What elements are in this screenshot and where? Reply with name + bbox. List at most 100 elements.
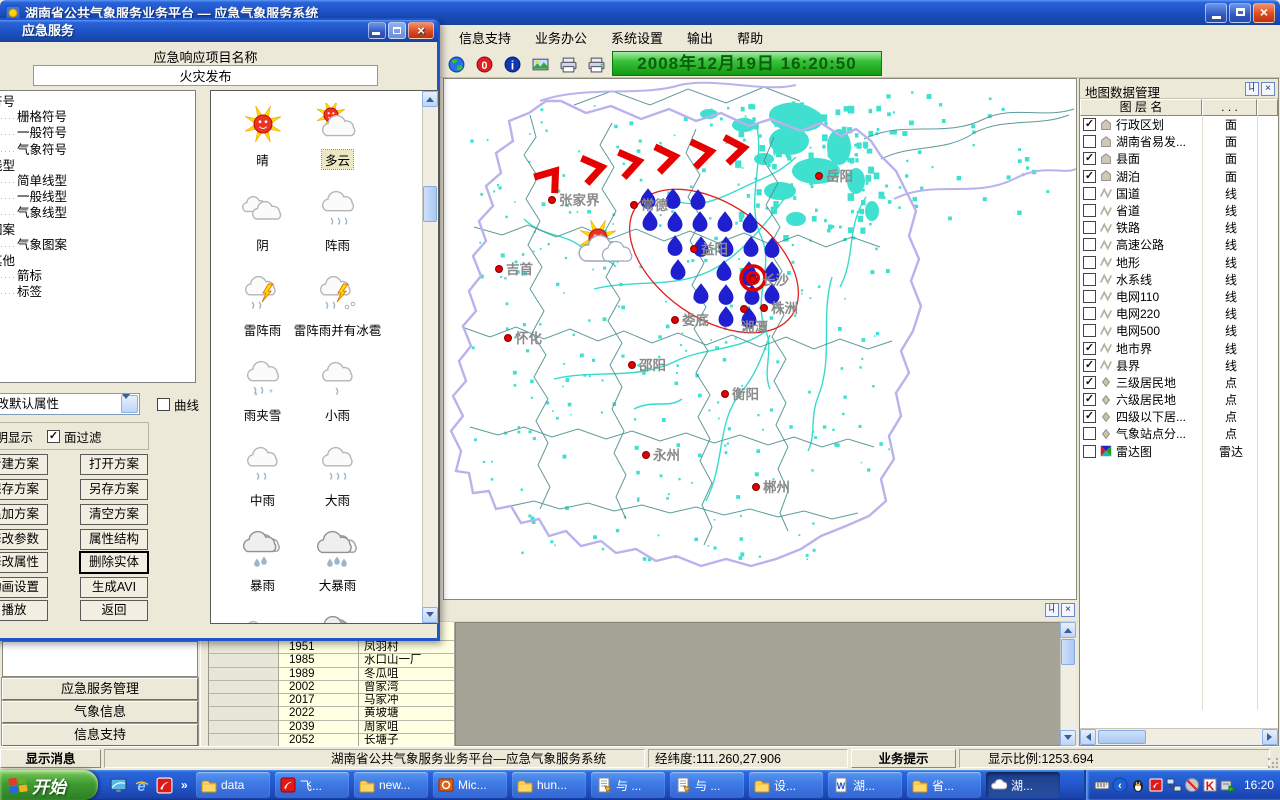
layer-checkbox[interactable]: ✓ xyxy=(1083,376,1096,389)
layer-row-16[interactable]: ✓ 六级居民地 点 xyxy=(1080,391,1278,408)
fetion-tray-icon[interactable] xyxy=(1148,777,1164,793)
menu-item-3[interactable]: 输出 xyxy=(675,25,725,50)
taskbar-button-2[interactable]: new... xyxy=(354,772,428,798)
network-icon[interactable] xyxy=(1166,777,1182,793)
layer-checkbox[interactable] xyxy=(1083,427,1096,440)
curve-checkbox[interactable]: 曲线 xyxy=(157,395,199,414)
taskbar-button-8[interactable]: W湖... xyxy=(828,772,902,798)
chevron-down-icon[interactable] xyxy=(121,395,138,413)
weather-item-9[interactable]: 大雨 xyxy=(300,443,375,528)
layer-row-12[interactable]: 电网500 线 xyxy=(1080,322,1278,339)
layer-checkbox[interactable] xyxy=(1083,221,1096,234)
image-icon[interactable] xyxy=(528,52,552,76)
layers-header[interactable]: 图 层 名 . . . xyxy=(1080,99,1278,116)
weather-item-3[interactable]: 阵雨 xyxy=(300,188,375,273)
status-message-button[interactable]: 显示消息 xyxy=(0,749,101,768)
pin-icon[interactable]: 丩 xyxy=(1245,82,1259,96)
symbol-tree[interactable]: 符号····栅格符号····一般符号····气象符号线型····简单线型····… xyxy=(0,90,196,383)
quick-launch-overflow[interactable]: » xyxy=(181,778,188,792)
tree-item-0-1[interactable]: ····一般符号 xyxy=(0,126,195,142)
table-row-4[interactable]: 2017 马家冲 xyxy=(209,694,455,707)
menu-item-0[interactable]: 信息支持 xyxy=(447,25,523,50)
layer-row-5[interactable]: 省道 线 xyxy=(1080,202,1278,219)
start-button[interactable]: 开始 xyxy=(0,770,98,800)
globe-icon[interactable] xyxy=(444,52,468,76)
dialog-button-right-1[interactable]: 另存方案 xyxy=(80,479,148,500)
layer-more-column-header[interactable]: . . . xyxy=(1202,99,1257,116)
disk-icon[interactable] xyxy=(1220,777,1236,793)
dialog-button-right-5[interactable]: 生成AVI xyxy=(80,577,148,598)
layer-row-7[interactable]: 高速公路 线 xyxy=(1080,236,1278,253)
print-icon[interactable] xyxy=(556,52,580,76)
lang-icon[interactable]: ‹ xyxy=(1112,777,1128,793)
layer-checkbox[interactable] xyxy=(1083,307,1096,320)
layer-row-6[interactable]: 铁路 线 xyxy=(1080,219,1278,236)
dialog-restore-button[interactable] xyxy=(388,22,406,39)
layer-checkbox[interactable] xyxy=(1083,256,1096,269)
dialog-minimize-button[interactable] xyxy=(368,22,386,39)
weather-symbol-list[interactable]: 晴 多云 阴 阵雨 雷阵雨 雷阵雨并有冰雹** 雨夹雪 小雨 中雨 大雨 暴雨 … xyxy=(210,90,439,624)
weather-list-scrollbar[interactable] xyxy=(422,91,438,623)
stop-icon[interactable]: 0 xyxy=(472,52,496,76)
layer-name-column-header[interactable]: 图 层 名 xyxy=(1080,99,1202,116)
status-biz-hint-button[interactable]: 业务提示 xyxy=(851,749,956,768)
table-row-0[interactable]: 1951 凤羽村 xyxy=(209,641,455,654)
minimize-button[interactable] xyxy=(1205,3,1227,23)
print2-icon[interactable] xyxy=(584,52,608,76)
weather-item-4[interactable]: 雷阵雨 xyxy=(225,273,300,358)
layer-row-4[interactable]: 国道 线 xyxy=(1080,185,1278,202)
project-name-input[interactable] xyxy=(33,65,378,86)
weather-item-partial-0[interactable] xyxy=(225,613,300,624)
fetion-icon[interactable] xyxy=(156,777,173,794)
taskbar-button-9[interactable]: 省... xyxy=(907,772,981,798)
layer-checkbox[interactable] xyxy=(1083,445,1096,458)
table-row-1[interactable]: 1985 水口山一厂 xyxy=(209,654,455,667)
layer-checkbox[interactable]: ✓ xyxy=(1083,152,1096,165)
tree-item-2-0[interactable]: ····气象图案 xyxy=(0,238,195,254)
weather-item-partial-1[interactable] xyxy=(300,613,375,624)
layer-row-9[interactable]: 水系线 线 xyxy=(1080,271,1278,288)
table-row-7[interactable]: 2052 长塘子 xyxy=(209,734,455,746)
layer-row-10[interactable]: 电网110 线 xyxy=(1080,288,1278,305)
layer-checkbox[interactable] xyxy=(1083,204,1096,217)
keyboard-icon[interactable] xyxy=(1094,777,1110,793)
tree-item-1-2[interactable]: ····气象线型 xyxy=(0,206,195,222)
close-icon[interactable]: × xyxy=(1261,82,1275,96)
dialog-button-left-5[interactable]: 动画设置 xyxy=(0,577,48,598)
layer-row-1[interactable]: 湖南省易发... 面 xyxy=(1080,133,1278,150)
tree-root-0[interactable]: 符号 xyxy=(0,95,195,110)
kaspersky-icon[interactable]: K xyxy=(1202,777,1218,793)
table-row-2[interactable]: 1989 冬瓜咀 xyxy=(209,668,455,681)
layer-checkbox[interactable] xyxy=(1083,187,1096,200)
dialog-button-right-0[interactable]: 打开方案 xyxy=(80,454,148,475)
dialog-button-right-2[interactable]: 清空方案 xyxy=(80,504,148,525)
dialog-button-left-4[interactable]: 修改属性 xyxy=(0,552,48,573)
dialog-button-left-2[interactable]: 追加方案 xyxy=(0,504,48,525)
taskbar-button-7[interactable]: 设... xyxy=(749,772,823,798)
restore-button[interactable] xyxy=(1229,3,1251,23)
desktop-icon[interactable] xyxy=(110,777,127,794)
layer-extra-column-header[interactable] xyxy=(1257,99,1278,116)
sidebar-button-1[interactable]: 气象信息 xyxy=(2,701,198,723)
tree-root-1[interactable]: 线型 xyxy=(0,159,195,174)
layer-row-8[interactable]: 地形 线 xyxy=(1080,254,1278,271)
layer-row-3[interactable]: ✓ 湖泊 面 xyxy=(1080,168,1278,185)
weather-item-10[interactable]: 暴雨 xyxy=(225,528,300,613)
menu-item-1[interactable]: 业务办公 xyxy=(523,25,599,50)
layer-row-2[interactable]: ✓ 县面 面 xyxy=(1080,150,1278,167)
resize-grip[interactable] xyxy=(1266,756,1278,768)
layer-checkbox[interactable]: ✓ xyxy=(1083,170,1096,183)
weather-item-1[interactable]: 多云 xyxy=(300,103,375,188)
table-row-3[interactable]: 2002 曾家湾 xyxy=(209,681,455,694)
dialog-button-left-6[interactable]: 播放 xyxy=(0,600,48,621)
layer-row-15[interactable]: ✓ 三级居民地 点 xyxy=(1080,374,1278,391)
menu-item-2[interactable]: 系统设置 xyxy=(599,25,675,50)
qq-icon[interactable] xyxy=(1130,777,1146,793)
taskbar-button-3[interactable]: Mic... xyxy=(433,772,507,798)
ie-icon[interactable]: e xyxy=(133,777,150,794)
layer-checkbox[interactable] xyxy=(1083,324,1096,337)
dialog-button-left-3[interactable]: 修改参数 xyxy=(0,529,48,550)
layer-checkbox[interactable] xyxy=(1083,273,1096,286)
close-icon[interactable]: × xyxy=(1061,603,1075,617)
taskbar-button-6[interactable]: 与 ... xyxy=(670,772,744,798)
